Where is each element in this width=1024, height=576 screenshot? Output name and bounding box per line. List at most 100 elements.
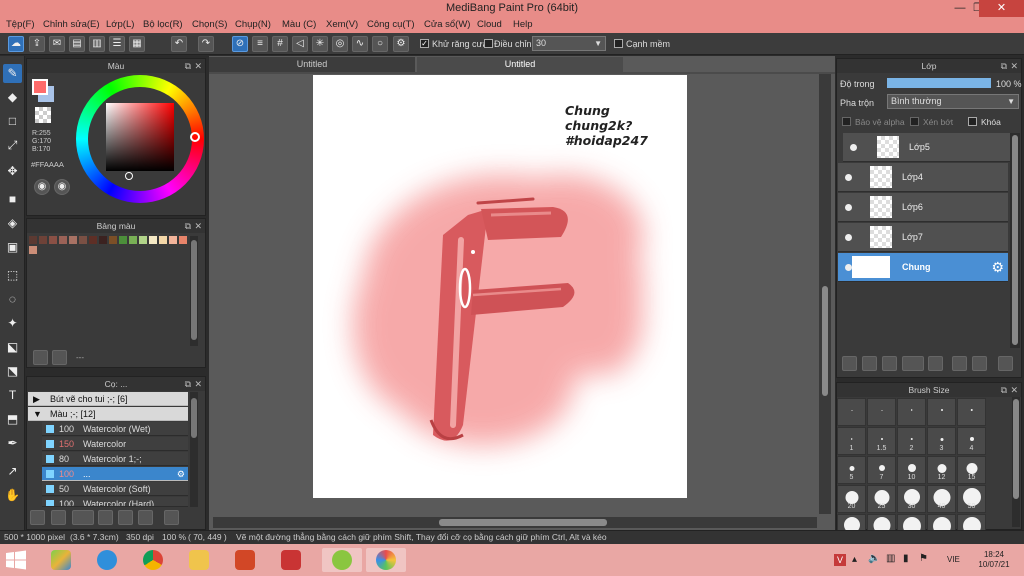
palette-scroll-thumb[interactable] bbox=[191, 240, 197, 340]
trash-icon[interactable] bbox=[164, 510, 179, 525]
correction-checkbox[interactable] bbox=[484, 39, 493, 48]
palette-swatch[interactable] bbox=[179, 236, 187, 244]
menu-snap[interactable]: Chụp(N) bbox=[235, 19, 271, 30]
eye-icon[interactable] bbox=[845, 204, 852, 211]
comment-icon[interactable]: ✉ bbox=[49, 36, 65, 52]
eraser-tool-icon[interactable]: ◆ bbox=[3, 88, 22, 107]
brush-item[interactable]: 100 Watercolor (Hard) bbox=[42, 497, 188, 507]
palette-scrollbar[interactable] bbox=[190, 236, 198, 346]
folder-icon[interactable] bbox=[928, 356, 943, 371]
layer-row-lop7[interactable]: Lớp7 bbox=[838, 223, 1008, 252]
menu-filter[interactable]: Bộ lọc(R) bbox=[143, 19, 183, 30]
new-8bit-layer-icon[interactable] bbox=[882, 356, 897, 371]
new-palette-icon[interactable] bbox=[33, 350, 48, 365]
brush-size-cell[interactable]: 40 bbox=[927, 485, 956, 513]
palette-swatch[interactable] bbox=[59, 236, 67, 244]
saturation-value-square[interactable] bbox=[106, 103, 174, 171]
gear-icon[interactable]: ⚙ bbox=[177, 467, 185, 481]
palette-swatch[interactable] bbox=[89, 236, 97, 244]
brush-size-cell[interactable] bbox=[867, 398, 896, 426]
layer-row-chung[interactable]: Chung ⚙ bbox=[838, 253, 1008, 282]
canvas-v-scroll-thumb[interactable] bbox=[822, 286, 828, 396]
cloud-icon[interactable]: ☁ bbox=[8, 36, 24, 52]
brush-item[interactable]: 150 Watercolor bbox=[42, 437, 188, 451]
brush-size-cell[interactable]: 5 bbox=[837, 456, 866, 484]
brush-item[interactable]: 50 Watercolor (Soft) bbox=[42, 482, 188, 496]
brush-scrollbar[interactable] bbox=[190, 392, 198, 507]
taskbar-app-coccoc[interactable] bbox=[322, 548, 362, 572]
snap-off-icon[interactable]: ⊘ bbox=[232, 36, 248, 52]
brush-scroll-thumb[interactable] bbox=[191, 398, 197, 438]
undock-icon[interactable]: ⧉ bbox=[185, 377, 191, 391]
menu-color[interactable]: Màu (C) bbox=[282, 19, 316, 30]
brush-size-cell[interactable]: 10 bbox=[897, 456, 926, 484]
folder-icon[interactable] bbox=[118, 510, 133, 525]
gear-icon[interactable]: ⚙ bbox=[991, 259, 1004, 276]
cross-snap-icon[interactable]: # bbox=[272, 36, 288, 52]
clock[interactable]: 18:24 10/07/21 bbox=[978, 550, 1010, 570]
curve-snap-icon[interactable]: ∿ bbox=[352, 36, 368, 52]
primary-color-swatch[interactable] bbox=[32, 79, 48, 95]
brush-settings-icon[interactable] bbox=[98, 510, 113, 525]
trash-icon[interactable] bbox=[998, 356, 1013, 371]
add-layer-menu-icon[interactable] bbox=[902, 356, 924, 371]
palette-swatch[interactable] bbox=[139, 236, 147, 244]
menu-file[interactable]: Tệp(F) bbox=[6, 19, 35, 30]
layer-row-lop6[interactable]: Lớp6 bbox=[838, 193, 1008, 222]
palette-swatch[interactable] bbox=[159, 236, 167, 244]
show-hidden-icons[interactable]: ▴ bbox=[852, 554, 857, 565]
new-brush-icon[interactable] bbox=[51, 510, 66, 525]
menu-help[interactable]: Help bbox=[513, 19, 533, 30]
palette-swatch[interactable] bbox=[79, 236, 87, 244]
taskbar-app-bluestacks[interactable] bbox=[46, 548, 76, 572]
hue-picker[interactable] bbox=[190, 132, 200, 142]
brush-size-cell[interactable]: 50 bbox=[957, 485, 986, 513]
lock-checkbox[interactable] bbox=[968, 117, 977, 126]
close-icon[interactable]: ✕ bbox=[1010, 383, 1018, 397]
parallel-snap-icon[interactable]: ≡ bbox=[252, 36, 268, 52]
brush-size-cell[interactable]: 1 bbox=[837, 427, 866, 455]
sv-picker[interactable] bbox=[125, 172, 133, 180]
palette-swatch[interactable] bbox=[49, 236, 57, 244]
palette-add-icon[interactable]: ◉ bbox=[54, 179, 70, 195]
brush-size-cell[interactable] bbox=[957, 398, 986, 426]
close-icon[interactable]: ✕ bbox=[1010, 59, 1018, 73]
correction-select[interactable]: 30 ▼ bbox=[532, 36, 606, 51]
brush-item[interactable]: 80 Watercolor 1;-; bbox=[42, 452, 188, 466]
export-icon[interactable]: ⇪ bbox=[29, 36, 45, 52]
drawing-canvas[interactable]: Chung chung2k? #hoidap247 bbox=[313, 75, 687, 498]
taskbar-app-network[interactable] bbox=[276, 548, 306, 572]
menu-select[interactable]: Chọn(S) bbox=[192, 19, 227, 30]
taskbar-app-explorer[interactable] bbox=[184, 548, 214, 572]
close-icon[interactable]: ✕ bbox=[194, 59, 202, 73]
eye-icon[interactable] bbox=[845, 264, 852, 271]
hand-tool-icon[interactable]: ✋ bbox=[3, 486, 22, 505]
lasso-tool-icon[interactable]: ◌ bbox=[3, 290, 22, 309]
brush-size-cell[interactable]: 7 bbox=[867, 456, 896, 484]
brush-size-cell[interactable]: 30 bbox=[897, 485, 926, 513]
undock-icon[interactable]: ⧉ bbox=[1001, 383, 1007, 397]
taskbar-app-chrome[interactable] bbox=[138, 548, 168, 572]
undo-icon[interactable]: ↶ bbox=[171, 36, 187, 52]
brush-size-cell[interactable] bbox=[927, 398, 956, 426]
add-brush-icon[interactable] bbox=[30, 510, 45, 525]
select-pen-tool-icon[interactable]: ⬕ bbox=[3, 338, 22, 357]
copy-brush-icon[interactable] bbox=[72, 510, 94, 525]
redo-icon[interactable]: ↷ bbox=[198, 36, 214, 52]
move-tool-icon[interactable]: ✥ bbox=[3, 162, 22, 181]
close-button[interactable]: ✕ bbox=[979, 0, 1024, 17]
rectangle-tool-icon[interactable]: □ bbox=[3, 112, 22, 131]
language-indicator[interactable]: VIE bbox=[947, 555, 960, 564]
undock-icon[interactable]: ⧉ bbox=[185, 219, 191, 233]
grid-icon[interactable]: ▦ bbox=[129, 36, 145, 52]
text-tool-icon[interactable]: T bbox=[3, 386, 22, 405]
palette-swatch[interactable] bbox=[129, 236, 137, 244]
eye-icon[interactable] bbox=[850, 144, 857, 151]
brush-item-selected[interactable]: 100 ... ⚙ bbox=[42, 467, 188, 481]
close-icon[interactable]: ✕ bbox=[194, 377, 202, 391]
soft-edge-checkbox[interactable] bbox=[614, 39, 623, 48]
taskbar-app-ie[interactable] bbox=[92, 548, 122, 572]
settings-icon[interactable]: ⚙ bbox=[393, 36, 409, 52]
color-wheel[interactable] bbox=[76, 75, 204, 203]
hand-scroll-tool-icon[interactable]: ↗ bbox=[3, 462, 22, 481]
